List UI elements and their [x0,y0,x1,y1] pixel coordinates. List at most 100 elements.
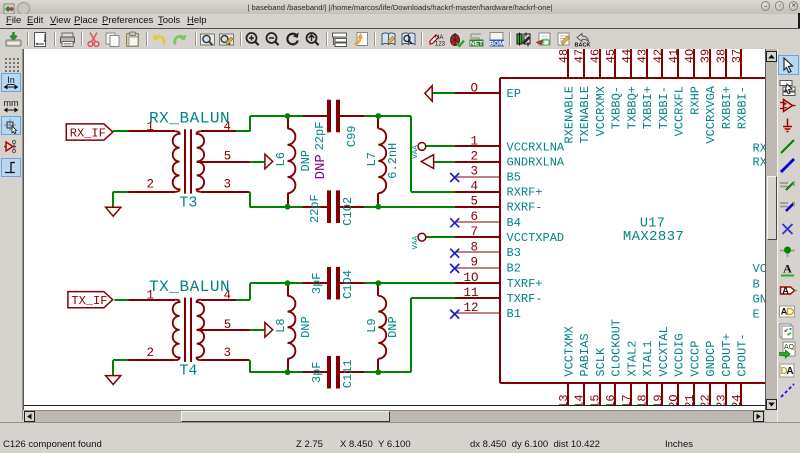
svg-text:mm: mm [4,98,19,108]
svg-text:DNP: DNP [313,154,329,179]
svg-text:RX_BALUN: RX_BALUN [149,110,230,128]
svg-text:42: 42 [651,49,665,63]
svg-text:B3: B3 [507,246,521,260]
svg-text:VCCTXMX: VCCTXMX [562,326,576,376]
svg-text:B5: B5 [507,171,521,185]
svg-text:3: 3 [224,346,232,360]
svg-text:DNP: DNP [299,150,313,172]
svg-text:22: 22 [699,394,713,405]
svg-text:TXBBQ+: TXBBQ+ [625,86,639,129]
svg-text:A: A [783,262,792,276]
svg-text:5: 5 [224,150,232,164]
svg-text:47: 47 [573,49,587,63]
svg-text:7: 7 [471,225,479,239]
svg-text:DNP: DNP [386,316,400,338]
svg-text:8: 8 [471,240,479,254]
svg-text:VCCTXPAD: VCCTXPAD [507,231,565,245]
svg-text:2: 2 [147,178,155,192]
svg-text:C1O2: C1O2 [341,197,355,226]
svg-text:VAA: VAA [412,145,420,159]
svg-text:GN: GN [753,293,766,307]
svg-text:123: 123 [435,42,445,48]
svg-text:B1: B1 [507,307,521,321]
svg-text:RXHP: RXHP [688,86,702,115]
svg-text:RX_IF: RX_IF [70,126,106,140]
svg-text:T3: T3 [179,194,197,211]
svg-text:GNDRXLNA: GNDRXLNA [507,155,565,169]
svg-text:XTAL1: XTAL1 [641,341,655,377]
svg-text:VCCXTAL: VCCXTAL [657,326,671,376]
svg-text:BOM: BOM [489,41,504,48]
svg-text:48: 48 [557,49,571,63]
svg-text:1: 1 [471,134,479,148]
svg-text:18: 18 [636,394,650,405]
svg-text:E: E [753,308,760,322]
svg-text:5: 5 [224,318,232,332]
svg-text:TX_BALUN: TX_BALUN [149,278,230,296]
svg-text:RX: RX [753,156,766,170]
svg-text:13: 13 [557,394,571,405]
svg-text:19: 19 [651,394,665,405]
svg-text:6: 6 [471,210,479,224]
svg-text:DNP: DNP [299,316,313,338]
svg-text:14: 14 [573,394,587,405]
svg-text:RXBBI+: RXBBI+ [720,86,734,129]
svg-text:TX_IF: TX_IF [71,294,107,308]
svg-text:TXBBI-: TXBBI- [657,86,671,129]
svg-text:TXBBI+: TXBBI+ [641,86,655,129]
svg-text:T4: T4 [179,363,197,380]
svg-text:15: 15 [588,394,602,405]
svg-text:TXENABLE: TXENABLE [578,86,592,144]
svg-text:RXRF-: RXRF- [507,201,543,215]
svg-text:43: 43 [636,49,650,63]
svg-text:VCCRXMX: VCCRXMX [594,86,608,136]
svg-text:VAA: VAA [412,236,420,250]
svg-text:O: O [471,81,479,95]
svg-text:38: 38 [714,49,728,63]
svg-text:3pF: 3pF [310,361,324,383]
svg-text:CPOUT-: CPOUT- [736,333,750,376]
svg-text:VCCRXLNA: VCCRXLNA [507,140,565,154]
svg-text:RX: RX [753,141,766,155]
svg-text:3: 3 [471,165,479,179]
svg-text:22pF: 22pF [313,122,327,151]
svg-text:GNDCP: GNDCP [704,341,718,377]
svg-text:9: 9 [471,256,479,270]
svg-text:2: 2 [147,346,155,360]
svg-text:21: 21 [683,394,697,405]
svg-text:CPOUT+: CPOUT+ [720,333,734,376]
svg-text:12: 12 [463,301,478,315]
svg-text:11: 11 [463,286,478,300]
svg-text:4: 4 [471,180,479,194]
svg-text:A: A [782,286,789,296]
svg-text:2: 2 [471,150,479,164]
svg-text:A: A [781,306,788,316]
svg-text:46: 46 [588,49,602,63]
svg-text:BACK: BACK [574,43,590,49]
svg-text:23: 23 [714,394,728,405]
svg-text:SCLK: SCLK [594,347,608,377]
svg-text:RXRF+: RXRF+ [507,186,543,200]
svg-text:3: 3 [224,178,232,192]
svg-text:C1O4: C1O4 [341,270,355,299]
svg-text:L8: L8 [274,318,288,332]
svg-text:B4: B4 [507,216,521,230]
svg-text:RXBBI-: RXBBI- [736,86,750,129]
svg-text:TXRF-: TXRF- [507,292,543,306]
svg-text:RXENABLE: RXENABLE [562,86,576,144]
svg-text:PABIAS: PABIAS [578,333,592,376]
svg-text:A: A [786,366,793,377]
svg-text:3pF: 3pF [310,272,324,294]
svg-text:TXBBQ-: TXBBQ- [610,86,624,129]
svg-text:L7: L7 [365,152,379,166]
svg-text:6.2nH: 6.2nH [386,143,400,179]
svg-text:VC: VC [753,262,766,276]
svg-text:C99: C99 [345,125,359,147]
svg-text:VCCRXFL: VCCRXFL [673,86,687,136]
svg-text:VCCCP: VCCCP [688,341,702,377]
svg-text:CLOCKOUT: CLOCKOUT [610,319,624,377]
svg-text:L6: L6 [274,152,288,166]
svg-text:VCCDIG: VCCDIG [673,333,687,376]
svg-text:In: In [7,75,15,85]
svg-text:5: 5 [471,195,479,209]
